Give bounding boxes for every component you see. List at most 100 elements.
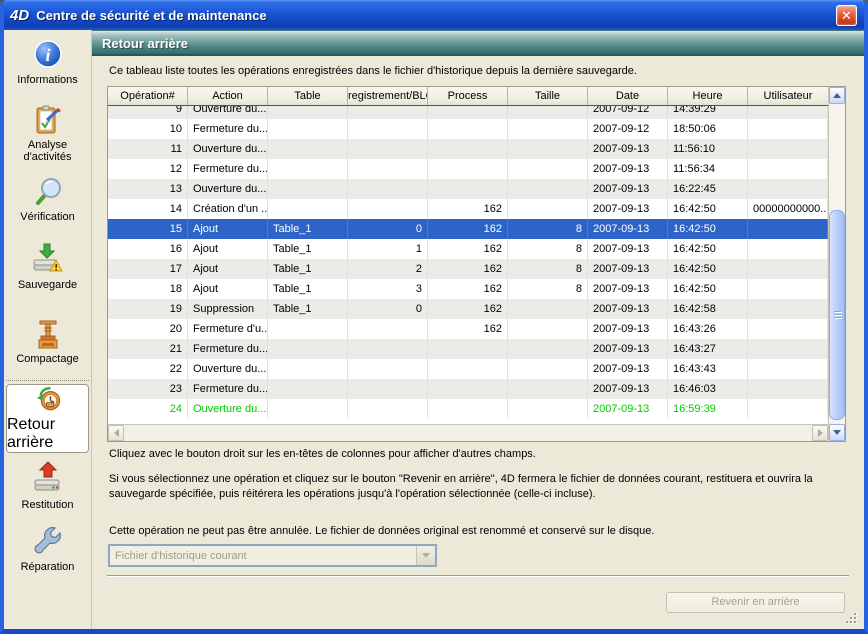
cell-date: 2007-09-13 xyxy=(588,359,668,379)
cell-user xyxy=(748,379,828,399)
table-row[interactable]: 24Ouverture du...2007-09-1316:59:39 xyxy=(108,399,828,419)
cell-action: Suppression xyxy=(188,299,268,319)
intro-text: Ce tableau liste toutes les opérations e… xyxy=(109,65,864,77)
cell-table xyxy=(268,199,348,219)
cell-taille xyxy=(508,299,588,319)
cell-user xyxy=(748,139,828,159)
rollback-button[interactable]: Revenir en arrière xyxy=(666,592,845,613)
resize-grip[interactable] xyxy=(846,613,858,625)
cell-op: 18 xyxy=(108,279,188,299)
panel-title: Retour arrière xyxy=(92,30,864,56)
cell-action: Fermeture du... xyxy=(188,379,268,399)
scroll-left-button[interactable] xyxy=(108,425,124,441)
cell-process xyxy=(428,359,508,379)
sidebar-item-compactage[interactable]: Compactage xyxy=(4,319,91,365)
cell-taille: 8 xyxy=(508,239,588,259)
table-row[interactable]: 20Fermeture d'u...1622007-09-1316:43:26 xyxy=(108,319,828,339)
table-row[interactable]: 23Fermeture du...2007-09-1316:46:03 xyxy=(108,379,828,399)
arrow-left-icon xyxy=(114,429,119,437)
column-header-rec[interactable]: registrement/BLO xyxy=(348,87,428,105)
sidebar-item-retour-arriere[interactable]: ON Retour arrière xyxy=(6,384,89,453)
cell-table xyxy=(268,379,348,399)
cell-action: Ajout xyxy=(188,279,268,299)
cell-process xyxy=(428,179,508,199)
table-body: 9Ouverture du...2007-09-1214:39:2910Ferm… xyxy=(108,106,828,424)
table-row[interactable]: 11Ouverture du...2007-09-1311:56:10 xyxy=(108,139,828,159)
cell-taille xyxy=(508,199,588,219)
arrow-right-icon xyxy=(818,429,823,437)
sidebar-item-restitution[interactable]: Restitution xyxy=(4,461,91,511)
cell-process: 162 xyxy=(428,299,508,319)
column-header-process[interactable]: Process xyxy=(428,87,508,105)
horizontal-scroll-track[interactable] xyxy=(124,425,812,441)
cell-action: Ouverture du... xyxy=(188,179,268,199)
vertical-scroll-thumb[interactable] xyxy=(829,210,845,420)
rollback-clock-icon: ON xyxy=(30,385,66,413)
column-header-taille[interactable]: Taille xyxy=(508,87,588,105)
table-row[interactable]: 15AjoutTable_1016282007-09-1316:42:50 xyxy=(108,219,828,239)
table-row[interactable]: 16AjoutTable_1116282007-09-1316:42:50 xyxy=(108,239,828,259)
sidebar-item-analyse-activites[interactable]: Analyse d'activités xyxy=(4,103,91,163)
sidebar-item-label: Compactage xyxy=(9,353,87,365)
cell-heure: 16:22:45 xyxy=(668,179,748,199)
scroll-up-button[interactable] xyxy=(829,87,845,104)
table-row[interactable]: 14Création d'un ...1622007-09-1316:42:50… xyxy=(108,199,828,219)
cell-table: Table_1 xyxy=(268,279,348,299)
sidebar-item-informations[interactable]: i Informations xyxy=(4,38,91,86)
sidebar-item-verification[interactable]: Vérification xyxy=(4,175,91,223)
backup-disk-icon xyxy=(30,241,66,277)
cell-heure: 16:42:50 xyxy=(668,199,748,219)
dropdown-button[interactable] xyxy=(416,546,435,565)
table-row[interactable]: 10Fermeture du...2007-09-1218:50:06 xyxy=(108,119,828,139)
4d-logo-icon: 4D xyxy=(10,7,29,24)
column-header-op[interactable]: Opération# xyxy=(108,87,188,105)
column-header-table[interactable]: Table xyxy=(268,87,348,105)
cell-user xyxy=(748,319,828,339)
hint-text: Cliquez avec le bouton droit sur les en-… xyxy=(109,448,864,460)
cell-op: 11 xyxy=(108,139,188,159)
horizontal-scrollbar[interactable] xyxy=(108,424,828,441)
cell-op: 16 xyxy=(108,239,188,259)
column-header-user[interactable]: Utilisateur xyxy=(748,87,828,105)
cell-process xyxy=(428,399,508,419)
svg-text:ON: ON xyxy=(47,403,53,407)
sidebar-item-sauvegarde[interactable]: Sauvegarde xyxy=(4,241,91,291)
cell-heure: 18:50:06 xyxy=(668,119,748,139)
log-file-dropdown[interactable]: Fichier d'historique courant xyxy=(108,544,437,567)
cell-heure: 11:56:34 xyxy=(668,159,748,179)
cell-heure: 16:59:39 xyxy=(668,399,748,419)
sidebar-item-label: Informations xyxy=(9,74,87,86)
table-row[interactable]: 22Ouverture du...2007-09-1316:43:43 xyxy=(108,359,828,379)
cell-taille xyxy=(508,159,588,179)
vertical-scroll-track[interactable] xyxy=(829,104,845,424)
table-row[interactable]: 9Ouverture du...2007-09-1214:39:29 xyxy=(108,106,828,119)
cell-date: 2007-09-13 xyxy=(588,279,668,299)
cell-op: 24 xyxy=(108,399,188,419)
column-header-action[interactable]: Action xyxy=(188,87,268,105)
scroll-right-button[interactable] xyxy=(812,425,828,441)
cell-heure: 16:43:43 xyxy=(668,359,748,379)
cell-taille xyxy=(508,119,588,139)
column-header-date[interactable]: Date xyxy=(588,87,668,105)
cell-heure: 11:56:10 xyxy=(668,139,748,159)
close-button[interactable]: ✕ xyxy=(836,5,857,26)
cell-taille xyxy=(508,106,588,119)
table-row[interactable]: 12Fermeture du...2007-09-1311:56:34 xyxy=(108,159,828,179)
cell-heure: 16:42:50 xyxy=(668,279,748,299)
table-row[interactable]: 17AjoutTable_1216282007-09-1316:42:50 xyxy=(108,259,828,279)
table-row[interactable]: 18AjoutTable_1316282007-09-1316:42:50 xyxy=(108,279,828,299)
cell-date: 2007-09-13 xyxy=(588,199,668,219)
column-header-heure[interactable]: Heure xyxy=(668,87,748,105)
scroll-down-button[interactable] xyxy=(829,424,845,441)
cell-taille xyxy=(508,359,588,379)
sidebar-item-reparation[interactable]: Réparation xyxy=(4,525,91,573)
cell-table: Table_1 xyxy=(268,219,348,239)
cell-op: 23 xyxy=(108,379,188,399)
cell-action: Ajout xyxy=(188,219,268,239)
table-row[interactable]: 13Ouverture du...2007-09-1316:22:45 xyxy=(108,179,828,199)
table-row[interactable]: 19SuppressionTable_101622007-09-1316:42:… xyxy=(108,299,828,319)
table-row[interactable]: 21Fermeture du...2007-09-1316:43:27 xyxy=(108,339,828,359)
cell-date: 2007-09-13 xyxy=(588,139,668,159)
vertical-scrollbar[interactable] xyxy=(828,87,845,441)
cell-action: Fermeture du... xyxy=(188,339,268,359)
